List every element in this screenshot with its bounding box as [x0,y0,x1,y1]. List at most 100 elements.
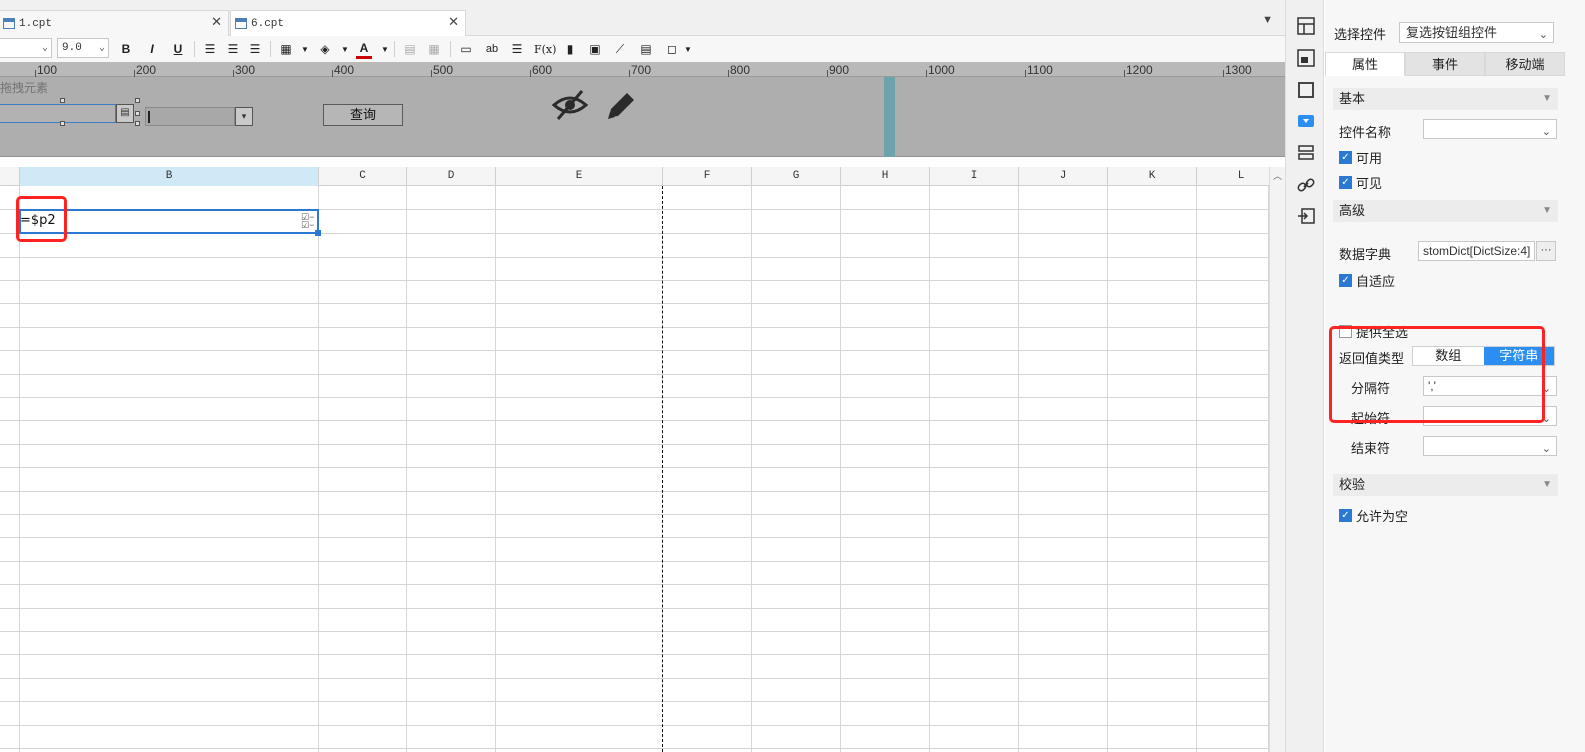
fill-color-icon[interactable]: ◈ [317,39,333,59]
chevron-down-icon[interactable]: ▼ [337,39,353,59]
chevron-down-icon: ⌄ [98,43,105,54]
font-family-select[interactable]: ⌄ [0,38,52,58]
float-element-icon[interactable]: ◻ [664,39,680,59]
section-basic[interactable]: 基本 ▼ [1333,88,1558,110]
autofit-checkbox[interactable]: ✓ 自适应 [1339,271,1395,290]
section-validation[interactable]: 校验 ▼ [1333,474,1558,496]
close-icon[interactable]: ✕ [211,15,222,30]
column-header-g[interactable]: G [752,167,841,186]
column-header-h[interactable]: H [841,167,930,186]
row-header-corner[interactable] [0,167,20,186]
tab-6-cpt[interactable]: 6.cpt ✕ [230,10,466,36]
allow-empty-checkbox[interactable]: ✓ 允许为空 [1339,506,1408,525]
underline-button[interactable]: U [170,39,186,59]
chevron-down-icon[interactable]: ▼ [297,39,313,59]
ruler-tick: 900 [829,63,850,77]
enabled-checkbox[interactable]: ✓ 可用 [1339,148,1382,167]
tab-events[interactable]: 事件 [1405,52,1485,76]
ruler-tick: 1100 [1027,63,1053,77]
pane-resize-divider[interactable] [884,77,895,157]
toolbar-divider [194,41,195,57]
hyperlink-icon[interactable] [1296,175,1316,195]
frame-icon[interactable] [1296,80,1316,100]
chart-icon[interactable]: ▮ [562,39,578,59]
text-cell-button[interactable]: ab [484,39,500,59]
section-advanced[interactable]: 高级 ▼ [1333,200,1558,222]
column-header-j[interactable]: J [1019,167,1108,186]
merge-cell-icon[interactable]: ▤ [402,39,418,59]
parameter-widget-selected[interactable] [0,104,116,123]
resize-handle[interactable] [135,121,140,126]
rich-text-icon[interactable]: ☰ [509,39,525,59]
resize-handle[interactable] [135,111,140,116]
ruler-tick-mark [926,70,927,77]
sub-report-icon[interactable]: ▤ [638,39,654,59]
edit-pencil-icon[interactable] [603,91,637,123]
font-color-button[interactable]: A [356,39,372,59]
tab-properties[interactable]: 属性 [1325,52,1405,76]
check-icon: ✓ [1339,274,1352,287]
checkbox-group-picker-icon[interactable]: ▤ [116,104,134,123]
border-icon[interactable]: ▦ [278,39,294,59]
column-header-i[interactable]: I [930,167,1019,186]
resize-handle[interactable] [60,98,65,103]
formula-button[interactable]: F(x) [534,39,556,59]
dropdown-picker-icon[interactable]: ▾ [235,107,253,126]
image-icon[interactable]: ▣ [587,39,603,59]
ruler-tick-mark [1025,70,1026,77]
end-char-field[interactable]: ⌄ [1423,436,1557,456]
visible-checkbox[interactable]: ✓ 可见 [1339,173,1382,192]
tab-1-cpt[interactable]: 1.cpt ✕ [0,10,229,36]
align-center-icon[interactable]: ☰ [225,39,241,59]
unmerge-cell-icon[interactable]: ▦ [426,39,442,59]
column-header-e[interactable]: E [496,167,663,186]
fill-handle[interactable] [315,230,321,236]
column-header-f[interactable]: F [663,167,752,186]
ruler-tick-mark [1124,70,1125,77]
hide-eye-icon[interactable] [552,89,588,121]
font-size-select[interactable]: 9.0 ⌄ [57,38,109,58]
vertical-scrollbar[interactable]: ︿ [1269,167,1285,752]
query-button[interactable]: 查询 [323,104,403,126]
toolbar-divider [450,41,451,57]
ruler-tick-mark [332,70,333,77]
parameter-widget-input[interactable] [145,107,235,126]
cell-style-icon[interactable] [1296,48,1316,68]
scroll-up-icon[interactable]: ︿ [1270,169,1285,181]
cell-attributes-icon[interactable] [1296,16,1316,36]
slash-cell-icon[interactable]: ⟋ [612,39,628,59]
bold-button[interactable]: B [118,39,134,59]
column-header-k[interactable]: K [1108,167,1197,186]
widget-settings-icon[interactable] [1296,111,1316,131]
data-dict-field[interactable]: stomDict[DictSize:4] [1418,241,1535,261]
align-left-icon[interactable]: ☰ [202,39,218,59]
column-header-l[interactable]: L [1197,167,1269,186]
widget-type-select[interactable]: 复选按钮组控件 ⌄ [1399,22,1554,43]
column-header-c[interactable]: C [319,167,407,186]
parameter-pane[interactable]: 拖拽元素 ▤ ▾ 查询 [0,77,1285,157]
close-icon[interactable]: ✕ [448,15,459,30]
chevron-down-icon[interactable]: ▼ [680,39,696,59]
chevron-down-icon[interactable]: ▼ [377,39,393,59]
widget-name-field[interactable]: ⌄ [1423,119,1557,139]
grid-line [0,678,1269,679]
side-icon-strip [1285,0,1324,752]
insert-widget-icon[interactable]: ▭ [458,39,474,59]
resize-handle[interactable] [135,98,140,103]
align-right-icon[interactable]: ☰ [247,39,263,59]
widget-name-label: 控件名称 [1339,125,1392,140]
section-title: 高级 [1339,203,1366,218]
spreadsheet-grid[interactable]: B C D E F G H I J K L =$p2 ☑− ☑− [0,167,1269,752]
condition-attribute-icon[interactable] [1296,143,1316,163]
column-header-d[interactable]: D [407,167,496,186]
tab-mobile[interactable]: 移动端 [1485,52,1565,76]
resize-handle[interactable] [60,121,65,126]
italic-button[interactable]: I [144,39,160,59]
check-icon: ✓ [1339,509,1352,522]
grid-line [406,186,407,752]
grid-line [0,257,1269,258]
data-dict-more-button[interactable]: ··· [1536,241,1556,261]
column-header-b[interactable]: B [20,167,319,186]
collapse-menu-icon[interactable]: ▼ [1262,14,1273,26]
cell-element-icon[interactable] [1296,206,1316,226]
